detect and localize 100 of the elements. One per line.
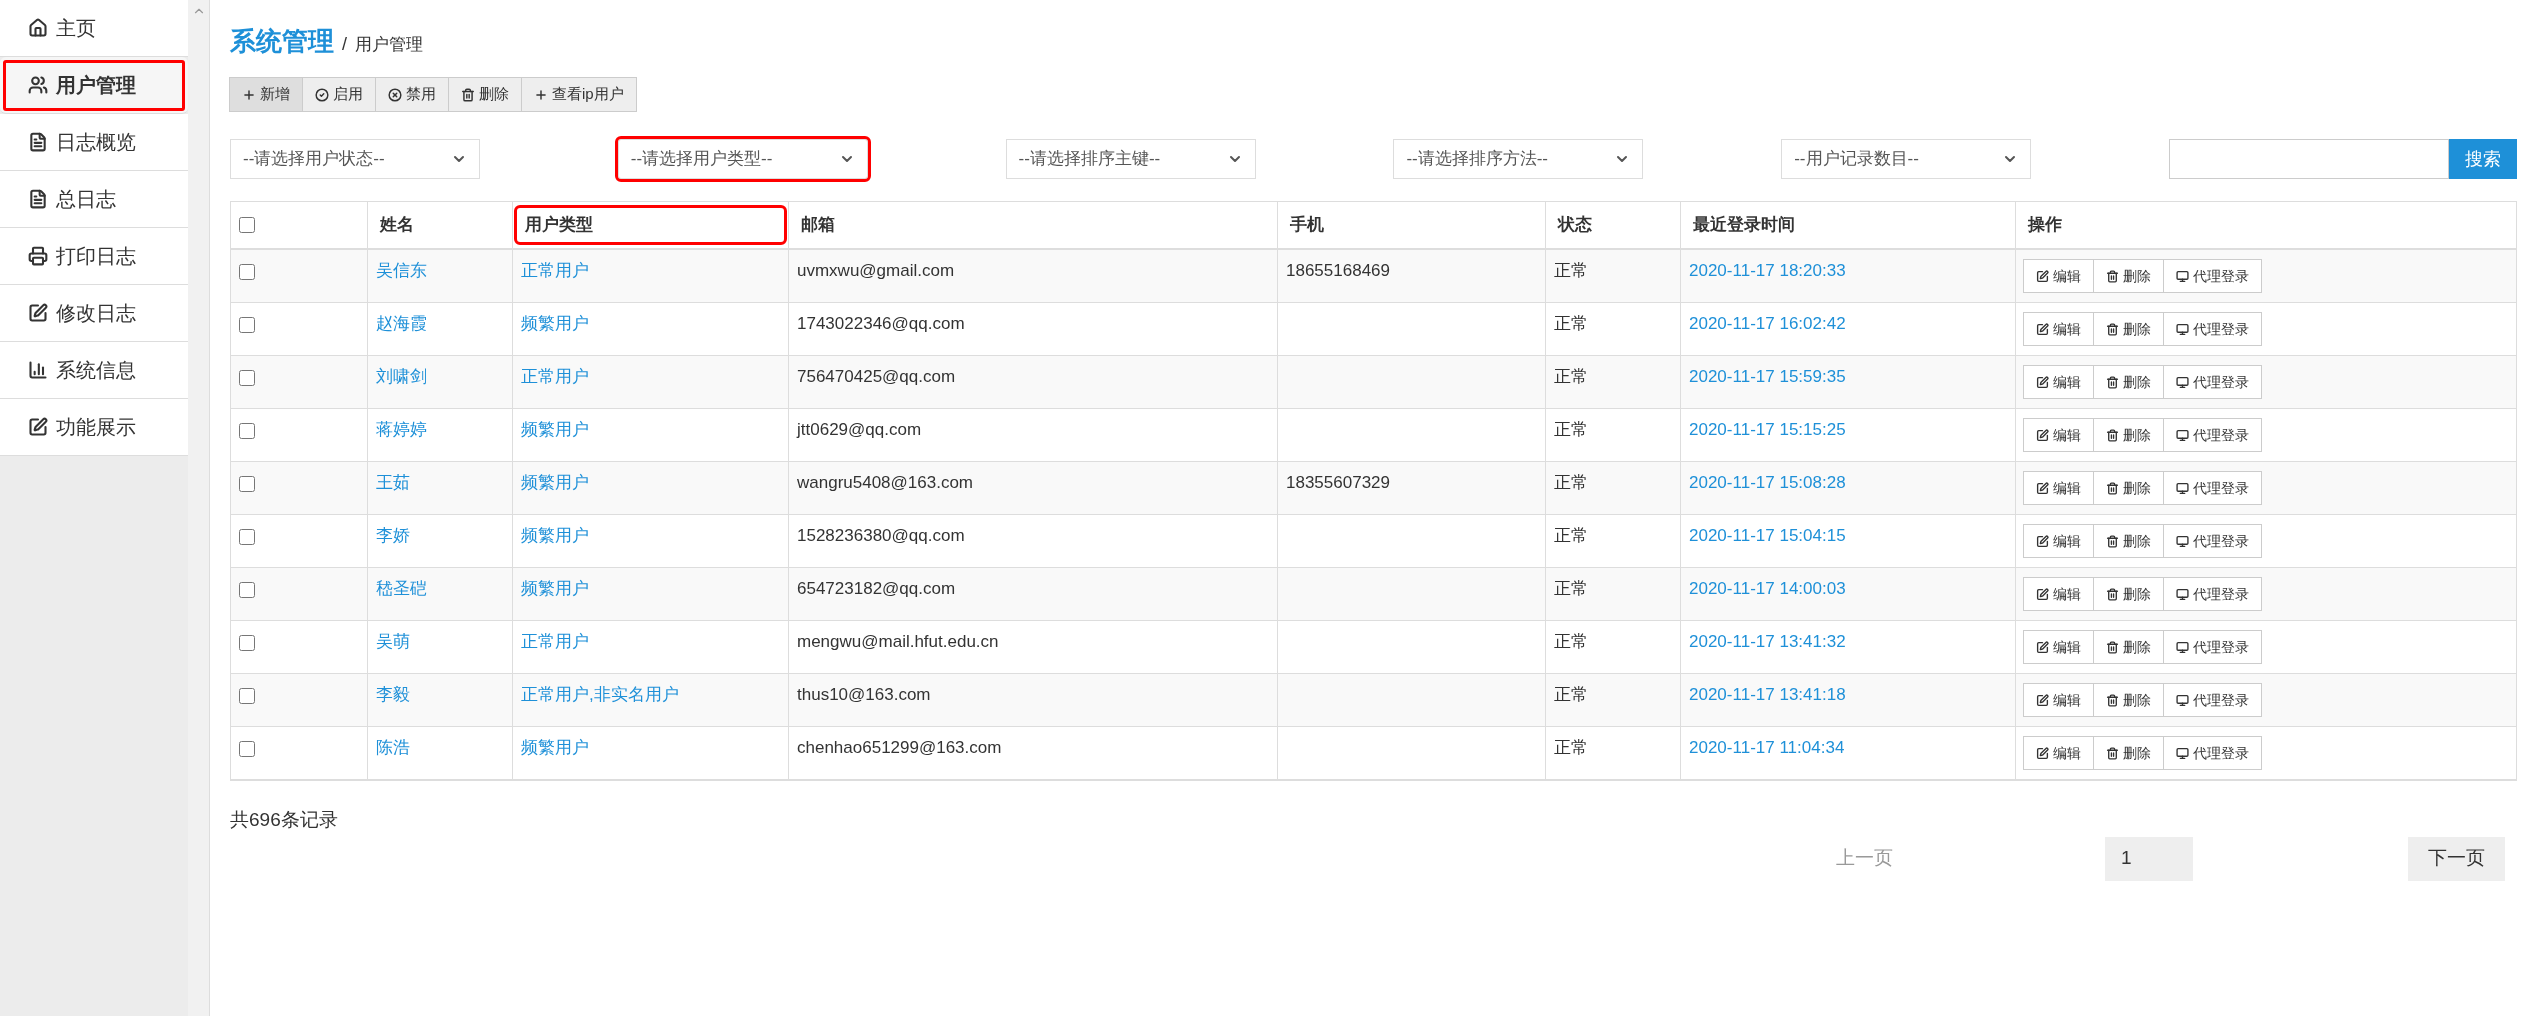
row-action-button[interactable]: 编辑	[2023, 259, 2094, 293]
row-checkbox[interactable]	[239, 317, 255, 333]
page-title: 系统管理	[230, 25, 334, 58]
scrollbar[interactable]	[188, 0, 210, 1016]
row-action-button[interactable]: 编辑	[2023, 365, 2094, 399]
row-checkbox[interactable]	[239, 264, 255, 280]
user-name-link[interactable]: 赵海霞	[376, 314, 427, 333]
row-action-button[interactable]: 删除	[2093, 259, 2164, 293]
toolbar-button[interactable]: 启用	[302, 77, 376, 112]
row-action-button[interactable]: 代理登录	[2163, 312, 2262, 346]
row-checkbox[interactable]	[239, 529, 255, 545]
page-number: 1	[2105, 836, 2193, 881]
sidebar-item[interactable]: 日志概览	[0, 114, 188, 171]
filter-select[interactable]: --请选择排序主键--	[1005, 139, 1256, 179]
edit-icon	[2036, 428, 2049, 442]
monitor-icon	[2176, 375, 2189, 389]
row-action-button[interactable]: 编辑	[2023, 630, 2094, 664]
user-name-link[interactable]: 吴萌	[376, 632, 410, 651]
toolbar-button[interactable]: 查看ip用户	[521, 77, 637, 112]
user-type-link[interactable]: 频繁用户	[521, 314, 589, 333]
user-name-link[interactable]: 陈浩	[376, 738, 410, 757]
row-action-button[interactable]: 删除	[2093, 683, 2164, 717]
user-name-link[interactable]: 李娇	[376, 526, 410, 545]
row-action-button[interactable]: 代理登录	[2163, 683, 2262, 717]
column-header: 操作	[2026, 214, 2063, 237]
last-login-link[interactable]: 2020-11-17 13:41:32	[1689, 632, 1846, 651]
row-action-button[interactable]: 删除	[2093, 471, 2164, 505]
sidebar-item[interactable]: 总日志	[0, 171, 188, 228]
last-login-link[interactable]: 2020-11-17 11:04:34	[1689, 738, 1845, 757]
row-action-button[interactable]: 删除	[2093, 365, 2164, 399]
next-page-button[interactable]: 下一页	[2408, 836, 2505, 881]
monitor-icon	[2176, 746, 2189, 760]
filter-select[interactable]: --请选择用户类型--	[617, 139, 868, 179]
status-cell: 正常	[1554, 685, 1588, 704]
row-action-button[interactable]: 代理登录	[2163, 524, 2262, 558]
row-action-button[interactable]: 代理登录	[2163, 418, 2262, 452]
row-action-button[interactable]: 编辑	[2023, 736, 2094, 770]
row-action-button[interactable]: 删除	[2093, 524, 2164, 558]
row-checkbox[interactable]	[239, 423, 255, 439]
user-type-link[interactable]: 频繁用户	[521, 738, 589, 757]
user-type-link[interactable]: 正常用户	[521, 632, 589, 651]
filter-select[interactable]: --用户记录数目--	[1781, 139, 2032, 179]
user-type-link[interactable]: 频繁用户	[521, 526, 589, 545]
status-cell: 正常	[1554, 314, 1588, 333]
row-checkbox[interactable]	[239, 582, 255, 598]
record-count: 共696条记录	[230, 808, 338, 832]
monitor-icon	[2176, 481, 2189, 495]
filter-select[interactable]: --请选择用户状态--	[230, 139, 480, 179]
user-type-link[interactable]: 频繁用户	[521, 420, 589, 439]
sidebar-item[interactable]: 功能展示	[0, 399, 188, 456]
status-cell: 正常	[1554, 579, 1588, 598]
row-checkbox[interactable]	[239, 476, 255, 492]
filter-select[interactable]: --请选择排序方法--	[1393, 139, 1644, 179]
sidebar-item[interactable]: 主页	[0, 0, 188, 57]
row-action-button[interactable]: 编辑	[2023, 577, 2094, 611]
toolbar-button[interactable]: 禁用	[375, 77, 449, 112]
select-all-checkbox[interactable]	[239, 217, 255, 233]
column-header: 用户类型	[517, 208, 784, 242]
row-action-button[interactable]: 编辑	[2023, 418, 2094, 452]
email-cell: 654723182@qq.com	[797, 579, 956, 598]
toolbar-button[interactable]: 新增	[229, 77, 303, 112]
last-login-link[interactable]: 2020-11-17 15:15:25	[1689, 420, 1846, 439]
row-action-button[interactable]: 删除	[2093, 630, 2164, 664]
row-action-button[interactable]: 删除	[2093, 418, 2164, 452]
trash-icon	[2106, 322, 2119, 336]
row-action-button[interactable]: 删除	[2093, 312, 2164, 346]
toolbar-button[interactable]: 删除	[448, 77, 522, 112]
row-action-button[interactable]: 代理登录	[2163, 577, 2262, 611]
sidebar-item[interactable]: 打印日志	[0, 228, 188, 285]
document-icon	[28, 132, 48, 152]
row-checkbox[interactable]	[239, 741, 255, 757]
search-field[interactable]	[2169, 139, 2449, 179]
sidebar-item[interactable]: 系统信息	[0, 342, 188, 399]
row-action-button[interactable]: 编辑	[2023, 524, 2094, 558]
row-action-button[interactable]: 代理登录	[2163, 471, 2262, 505]
email-cell: mengwu@mail.hfut.edu.cn	[797, 632, 999, 651]
breadcrumb-separator: /	[342, 33, 347, 56]
email-cell: 1743022346@qq.com	[797, 314, 965, 333]
row-action-button[interactable]: 编辑	[2023, 471, 2094, 505]
row-action-button[interactable]: 编辑	[2023, 683, 2094, 717]
edit-icon	[2036, 693, 2049, 707]
last-login-link[interactable]: 2020-11-17 15:04:15	[1689, 526, 1846, 545]
row-action-button[interactable]: 代理登录	[2163, 259, 2262, 293]
row-checkbox[interactable]	[239, 635, 255, 651]
document-icon	[28, 189, 48, 209]
last-login-link[interactable]: 2020-11-17 16:02:42	[1689, 314, 1846, 333]
row-action-button[interactable]: 代理登录	[2163, 630, 2262, 664]
row-action-button[interactable]: 代理登录	[2163, 365, 2262, 399]
sidebar-item[interactable]: 修改日志	[0, 285, 188, 342]
row-action-button[interactable]: 删除	[2093, 736, 2164, 770]
sidebar-item[interactable]: 用户管理	[0, 57, 188, 114]
row-checkbox[interactable]	[239, 688, 255, 704]
row-action-button[interactable]: 代理登录	[2163, 736, 2262, 770]
trash-icon	[2106, 269, 2119, 283]
row-action-button[interactable]: 删除	[2093, 577, 2164, 611]
row-action-button[interactable]: 编辑	[2023, 312, 2094, 346]
email-cell: wangru5408@163.com	[797, 473, 974, 492]
user-name-link[interactable]: 蒋婷婷	[376, 420, 427, 439]
row-checkbox[interactable]	[239, 370, 255, 386]
check-circle-icon	[315, 87, 329, 102]
